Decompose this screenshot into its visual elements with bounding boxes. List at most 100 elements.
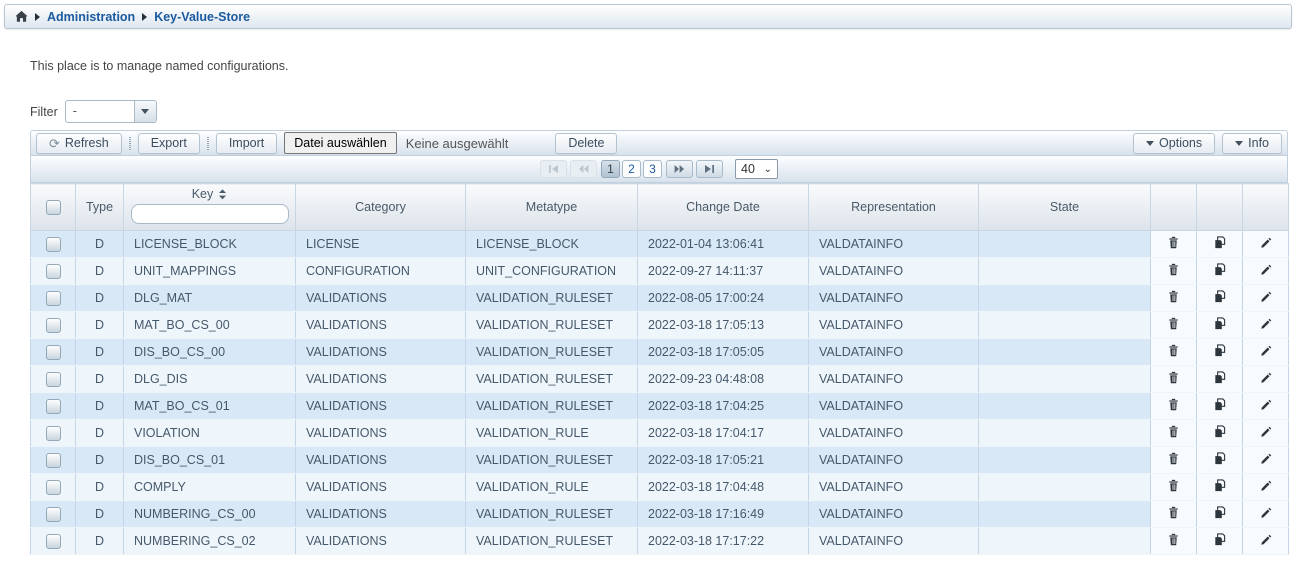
delete-row-icon[interactable] <box>1167 479 1180 492</box>
column-header-metatype: Metatype <box>466 184 638 231</box>
delete-row-icon[interactable] <box>1167 533 1180 546</box>
delete-row-icon[interactable] <box>1167 236 1180 249</box>
row-state-cell <box>979 447 1151 474</box>
info-menu-button[interactable]: Info <box>1222 133 1282 154</box>
breadcrumb: Administration Key-Value-Store <box>4 4 1292 29</box>
prev-page-icon <box>578 164 589 174</box>
first-page-button[interactable] <box>540 160 567 178</box>
delete-row-icon[interactable] <box>1167 506 1180 519</box>
edit-row-icon[interactable] <box>1259 317 1272 330</box>
next-page-button[interactable] <box>666 160 693 178</box>
row-checkbox[interactable] <box>46 507 61 522</box>
paginator: 123 40 ⌄ <box>30 156 1288 183</box>
row-metatype-cell: VALIDATION_RULESET <box>466 339 638 366</box>
delete-button[interactable]: Delete <box>555 133 617 154</box>
dropdown-arrow-icon <box>1146 141 1154 146</box>
edit-row-icon[interactable] <box>1259 425 1272 438</box>
edit-row-icon[interactable] <box>1259 479 1272 492</box>
filter-dropdown[interactable]: - <box>65 100 157 123</box>
row-change-date-cell: 2022-03-18 17:04:17 <box>638 420 809 447</box>
row-checkbox[interactable] <box>46 291 61 306</box>
copy-row-icon[interactable] <box>1213 398 1226 411</box>
row-checkbox[interactable] <box>46 237 61 252</box>
home-icon[interactable] <box>15 10 28 23</box>
row-checkbox[interactable] <box>46 264 61 279</box>
row-checkbox[interactable] <box>46 480 61 495</box>
row-key-cell: DLG_MAT <box>124 285 296 312</box>
row-select-cell <box>31 231 76 258</box>
chevron-down-icon: ⌄ <box>764 164 772 175</box>
copy-row-icon[interactable] <box>1213 263 1226 276</box>
filter-dropdown-button[interactable] <box>134 101 156 122</box>
paginator-page-3[interactable]: 3 <box>643 160 662 178</box>
copy-row-icon[interactable] <box>1213 344 1226 357</box>
row-checkbox[interactable] <box>46 426 61 441</box>
row-change-date-cell: 2022-08-05 17:00:24 <box>638 285 809 312</box>
row-checkbox[interactable] <box>46 534 61 549</box>
row-type-cell: D <box>76 258 124 285</box>
row-type-cell: D <box>76 447 124 474</box>
edit-row-icon[interactable] <box>1259 263 1272 276</box>
export-button[interactable]: Export <box>138 133 200 154</box>
row-checkbox[interactable] <box>46 399 61 414</box>
select-all-checkbox[interactable] <box>46 200 61 215</box>
row-type-cell: D <box>76 528 124 555</box>
file-choose-button[interactable]: Datei auswählen <box>284 132 396 154</box>
delete-row-icon[interactable] <box>1167 344 1180 357</box>
edit-row-icon[interactable] <box>1259 506 1272 519</box>
paginator-page-1[interactable]: 1 <box>601 160 620 178</box>
delete-row-icon[interactable] <box>1167 398 1180 411</box>
row-metatype-cell: LICENSE_BLOCK <box>466 231 638 258</box>
edit-row-icon[interactable] <box>1259 398 1272 411</box>
dropdown-arrow-icon <box>141 109 149 114</box>
row-checkbox[interactable] <box>46 372 61 387</box>
copy-row-icon[interactable] <box>1213 290 1226 303</box>
delete-row-icon[interactable] <box>1167 317 1180 330</box>
row-state-cell <box>979 339 1151 366</box>
copy-row-icon[interactable] <box>1213 506 1226 519</box>
breadcrumb-link-key-value-store[interactable]: Key-Value-Store <box>154 10 250 24</box>
breadcrumb-link-administration[interactable]: Administration <box>47 10 135 24</box>
delete-row-icon[interactable] <box>1167 290 1180 303</box>
key-filter-input[interactable] <box>131 204 289 224</box>
delete-row-icon[interactable] <box>1167 371 1180 384</box>
copy-row-icon[interactable] <box>1213 452 1226 465</box>
copy-row-icon[interactable] <box>1213 425 1226 438</box>
import-button[interactable]: Import <box>216 133 277 154</box>
delete-row-icon[interactable] <box>1167 452 1180 465</box>
edit-row-icon[interactable] <box>1259 452 1272 465</box>
page-size-select[interactable]: 40 ⌄ <box>735 159 778 179</box>
edit-row-icon[interactable] <box>1259 371 1272 384</box>
prev-page-button[interactable] <box>570 160 597 178</box>
paginator-page-2[interactable]: 2 <box>622 160 641 178</box>
copy-row-icon[interactable] <box>1213 236 1226 249</box>
edit-row-icon[interactable] <box>1259 236 1272 249</box>
delete-row-icon[interactable] <box>1167 263 1180 276</box>
row-category-cell: VALIDATIONS <box>296 339 466 366</box>
row-change-date-cell: 2022-03-18 17:17:22 <box>638 528 809 555</box>
row-checkbox[interactable] <box>46 345 61 360</box>
key-sort-control[interactable]: Key <box>124 187 295 201</box>
table-row: D NUMBERING_CS_02 VALIDATIONS VALIDATION… <box>31 528 1289 555</box>
copy-row-icon[interactable] <box>1213 317 1226 330</box>
row-select-cell <box>31 366 76 393</box>
edit-row-icon[interactable] <box>1259 344 1272 357</box>
row-category-cell: VALIDATIONS <box>296 366 466 393</box>
delete-row-icon[interactable] <box>1167 425 1180 438</box>
edit-row-icon[interactable] <box>1259 290 1272 303</box>
column-header-key: Key <box>124 184 296 231</box>
copy-row-icon[interactable] <box>1213 371 1226 384</box>
row-checkbox[interactable] <box>46 318 61 333</box>
column-header-type: Type <box>76 184 124 231</box>
options-menu-button[interactable]: Options <box>1133 133 1215 154</box>
edit-row-icon[interactable] <box>1259 533 1272 546</box>
row-checkbox[interactable] <box>46 453 61 468</box>
table-row: D DIS_BO_CS_00 VALIDATIONS VALIDATION_RU… <box>31 339 1289 366</box>
last-page-button[interactable] <box>696 160 723 178</box>
row-category-cell: VALIDATIONS <box>296 528 466 555</box>
copy-row-icon[interactable] <box>1213 533 1226 546</box>
row-select-cell <box>31 393 76 420</box>
row-change-date-cell: 2022-03-18 17:04:48 <box>638 474 809 501</box>
refresh-button[interactable]: ⟳ Refresh <box>36 133 122 154</box>
copy-row-icon[interactable] <box>1213 479 1226 492</box>
